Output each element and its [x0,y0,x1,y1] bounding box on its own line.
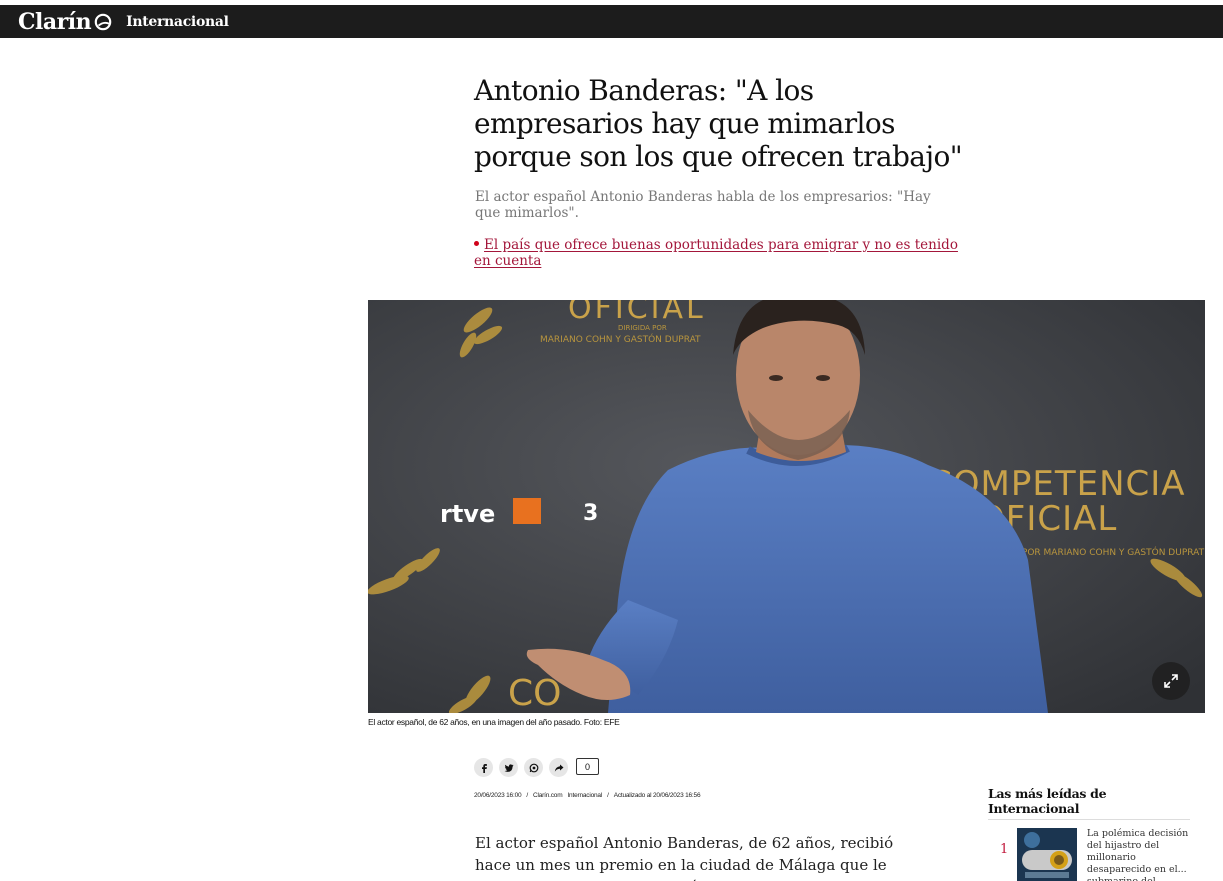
whatsapp-share-button[interactable] [524,758,543,777]
submarine-thumbnail-image [1016,828,1077,881]
top-navigation-bar: Clarín Internacional [0,5,1223,38]
bullet-dot-icon [474,241,479,246]
meta-separator: / [526,792,529,799]
facebook-share-button[interactable] [474,758,493,777]
most-read-headline: La polémica decisión del hijastro del mi… [1086,828,1189,881]
most-read-sidebar: Las más leídas de Internacional 1 La pol… [988,786,1190,881]
clarin-logo[interactable]: Clarín [18,9,112,35]
backdrop-credit-1: DIRIGIDA POR [618,324,667,332]
most-read-rank: 1 [1000,842,1009,857]
clarin-logo-icon [94,13,112,30]
article-main-image[interactable]: OFICIAL DIRIGIDA POR MARIANO COHN Y GAST… [368,300,1205,713]
meta-separator-2: / [607,792,609,799]
sponsor-rtve: rtve [440,500,495,528]
share-more-button[interactable] [549,758,568,777]
backdrop-title: OFICIAL [568,300,706,326]
section-link-internacional[interactable]: Internacional [126,14,229,30]
article-headline: Antonio Banderas: "A los empresarios hay… [474,74,963,173]
whatsapp-icon [529,763,538,772]
sponsor-orange-logo [513,498,541,524]
twitter-icon [504,763,513,772]
comments-button[interactable]: 0 [576,758,599,775]
share-icon [554,764,563,772]
published-date: 20/06/2023 16:00 [474,792,522,799]
backdrop-credit-2: MARIANO COHN Y GASTÓN DUPRAT [540,333,701,345]
related-link-text: El país que ofrece buenas oportunidades … [474,237,958,269]
most-read-item[interactable]: 1 La polémica decisión del hijastro del … [988,828,1190,881]
article-meta: 20/06/2023 16:00 / Clarín.com Internacio… [474,792,701,799]
article-body-lead: El actor español Antonio Banderas, de 62… [475,834,894,881]
photo-illustration: OFICIAL DIRIGIDA POR MARIANO COHN Y GAST… [368,300,1205,713]
article-subhead: El actor español Antonio Banderas habla … [475,189,931,221]
share-toolbar: 0 [474,758,599,777]
related-article-link[interactable]: El país que ofrece buenas oportunidades … [474,237,974,269]
section-tag-link[interactable]: Internacional [567,792,602,799]
backdrop-bottom-text: CO [508,673,561,713]
updated-date: Actualizado al 20/06/2023 16:56 [613,792,701,799]
facebook-icon [481,763,487,773]
image-caption: El actor español, de 62 años, en una ima… [368,717,620,727]
most-read-thumbnail[interactable] [1016,828,1077,881]
comment-count: 0 [584,761,590,772]
logo-text: Clarín [18,8,92,35]
twitter-share-button[interactable] [499,758,518,777]
expand-arrows-icon [1164,674,1178,688]
most-read-title: Las más leídas de Internacional [988,786,1190,820]
source-link[interactable]: Clarín.com [533,792,563,799]
sponsor-3: 3 [583,501,598,526]
image-expand-button[interactable] [1152,662,1190,700]
